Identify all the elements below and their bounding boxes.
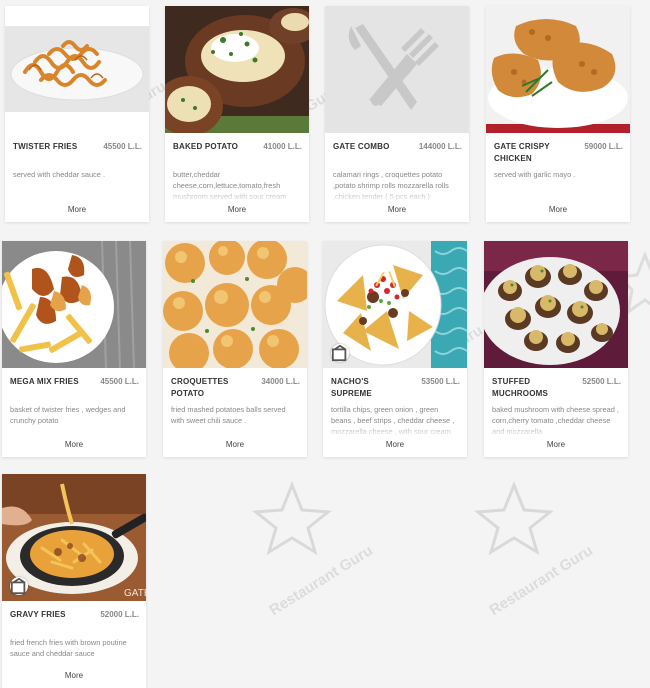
item-description: fried french fries with brown poutine sa… [10,638,127,658]
more-link[interactable]: More [325,205,469,214]
more-link[interactable]: More [323,440,467,449]
watermark-star-icon [474,480,554,555]
item-price: 52000 L.L. [100,610,139,619]
item-price: 45500 L.L. [103,142,142,151]
dish-photo [484,241,628,368]
item-name: GATE COMBO [333,142,390,151]
menu-card[interactable]: TWISTER FRIES 45500 L.L. served with che… [5,6,149,222]
more-link[interactable]: More [5,205,149,214]
item-description: tortilla chips, green onion , green bean… [331,405,455,436]
item-description: served with garlic mayo . [494,170,576,179]
menu-card[interactable]: GATE GRAVY FRIES 52000 L.L. fried french… [2,474,146,688]
menu-card[interactable]: GATE COMBO 144000 L.L. calamari rings , … [325,6,469,222]
item-price: 34000 L.L. [261,377,300,386]
item-description: served with cheddar sauce . [13,170,106,179]
more-link[interactable]: More [484,440,628,449]
item-price: 144000 L.L. [418,142,462,151]
watermark-text: Restaurant Guru [266,541,376,620]
more-link[interactable]: More [2,671,146,680]
item-description: fried mashed potatoes balls served with … [171,405,286,425]
menu-card[interactable]: CROQUETTES POTATO 34000 L.L. fried mashe… [163,241,307,457]
menu-card[interactable]: NACHO'S SUPREME 53500 L.L. tortilla chip… [323,241,467,457]
item-price: 59000 L.L. [584,142,623,151]
item-name: MEGA MIX FRIES [10,377,79,386]
item-description: butter,cheddar cheese,corn,lettuce,tomat… [173,170,287,201]
dish-photo [2,241,146,368]
more-link[interactable]: More [2,440,146,449]
dish-photo [165,6,309,133]
chef-badge-icon [331,344,349,362]
item-price: 52500 L.L. [582,377,621,386]
more-link[interactable]: More [486,205,630,214]
dish-photo: GATE [2,474,146,601]
dish-photo [163,241,307,368]
item-description: calamari rings , croquettes potato ,pota… [333,170,449,201]
dish-photo [323,241,467,368]
item-name: GATE CRISPY CHICKEN [494,142,550,163]
item-price: 45500 L.L. [100,377,139,386]
dish-photo-placeholder [325,6,469,133]
item-price: 41000 L.L. [263,142,302,151]
watermark-text: Restaurant Guru [486,541,596,620]
item-name: NACHO'S SUPREME [331,377,372,398]
item-name: TWISTER FRIES [13,142,78,151]
menu-card[interactable]: BAKED POTATO 41000 L.L. butter,cheddar c… [165,6,309,222]
menu-card[interactable]: GATE CRISPY CHICKEN 59000 L.L. served wi… [486,6,630,222]
item-description: baked mushroom with cheese spread , corn… [492,405,619,436]
chef-badge-icon [10,577,28,595]
item-name: BAKED POTATO [173,142,239,151]
more-link[interactable]: More [165,205,309,214]
dish-photo [5,6,149,133]
dish-photo [486,6,630,133]
photo-brand-text: GATE [124,588,146,599]
watermark-star-icon [252,480,332,555]
item-name: CROQUETTES POTATO [171,377,229,398]
item-description: basket of twister fries , wedges and cru… [10,405,126,425]
menu-card[interactable]: MEGA MIX FRIES 45500 L.L. basket of twis… [2,241,146,457]
item-name: STUFFED MUCHROOMS [492,377,549,398]
item-price: 53500 L.L. [421,377,460,386]
more-link[interactable]: More [163,440,307,449]
menu-card[interactable]: STUFFED MUCHROOMS 52500 L.L. baked mushr… [484,241,628,457]
item-name: GRAVY FRIES [10,610,66,619]
